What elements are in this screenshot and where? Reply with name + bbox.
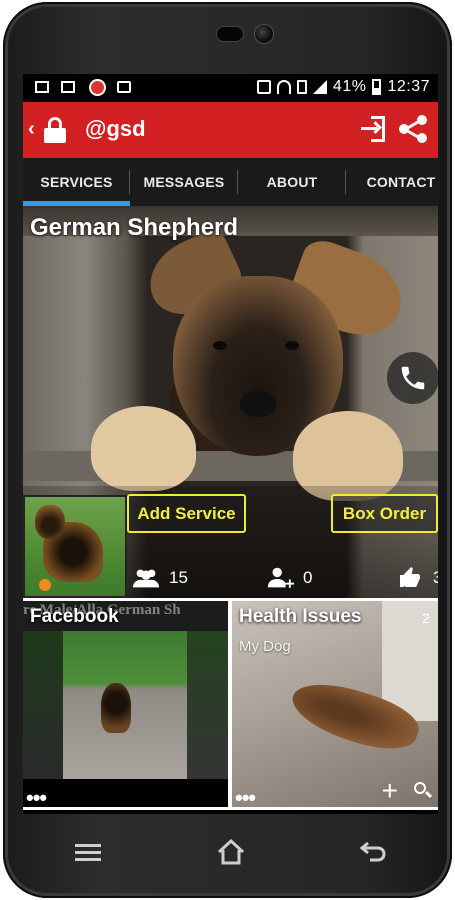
phone-icon [401, 366, 425, 390]
likes-stat[interactable]: 3 [395, 566, 438, 590]
sim-icon [296, 80, 307, 94]
tab-label: ABOUT [266, 174, 318, 190]
followers-stat[interactable]: 0 [265, 566, 312, 590]
email-notification-icon [61, 81, 75, 93]
followers-count: 0 [303, 568, 313, 587]
tab-label: SERVICES [40, 174, 113, 190]
add-icon[interactable]: + [382, 777, 398, 805]
profile-title: German Shepherd [30, 214, 239, 241]
facebook-card[interactable]: re Male/Alla German Sh Facebook ••• [23, 601, 228, 807]
battery-icon [372, 79, 382, 95]
more-options-icon[interactable]: ••• [235, 787, 256, 808]
tab-label: MESSAGES [143, 174, 225, 190]
tab-label: CONTACT [366, 174, 436, 190]
more-options-icon[interactable]: ••• [26, 787, 47, 808]
store-notification-icon [117, 81, 131, 93]
tab-contact[interactable]: CONTACT [346, 158, 438, 206]
facebook-card-title: Facebook [30, 606, 119, 627]
status-bar: 41% 12:37 [23, 74, 438, 102]
health-card-subtitle: My Dog [239, 638, 291, 655]
earpiece-speaker [217, 27, 243, 41]
page-title: @gsd [85, 116, 146, 141]
call-button[interactable] [387, 352, 438, 404]
wifi-icon [276, 80, 291, 94]
tab-about[interactable]: ABOUT [238, 158, 346, 206]
health-card-count: 2 [422, 610, 430, 626]
clock-time: 12:37 [387, 78, 430, 95]
box-order-button[interactable]: Box Order [331, 494, 438, 533]
app-header: ‹ @gsd [23, 102, 438, 158]
signal-icon [312, 80, 327, 94]
home-icon[interactable] [216, 838, 246, 866]
battery-percent: 41% [332, 78, 367, 95]
members-count: 15 [169, 568, 188, 587]
add-service-button[interactable]: Add Service [127, 494, 246, 533]
cover-image: German Shepherd Add Service Box Order 15… [23, 206, 438, 598]
mail-notification-icon [35, 81, 49, 93]
tab-services[interactable]: SERVICES [23, 158, 130, 206]
back-chevron-icon[interactable]: ‹ [28, 118, 35, 141]
add-person-icon [267, 567, 295, 588]
lock-icon[interactable] [43, 117, 67, 143]
profile-avatar[interactable] [23, 495, 127, 598]
system-navigation-bar [23, 814, 438, 886]
thumbs-up-icon [400, 567, 420, 587]
front-camera [255, 25, 273, 43]
phone-frame: 41% 12:37 ‹ @gsd SERVICES MESSAGES ABOUT… [3, 2, 452, 898]
health-card-title: Health Issues [239, 606, 362, 627]
health-issues-card[interactable]: Health Issues 2 My Dog ••• + [232, 601, 438, 807]
menu-icon[interactable] [75, 844, 101, 862]
members-stat[interactable]: 15 [131, 566, 188, 590]
group-icon [132, 569, 160, 588]
content-cards: re Male/Alla German Sh Facebook ••• Heal… [23, 598, 438, 810]
back-icon[interactable] [358, 839, 388, 865]
search-icon[interactable] [414, 782, 433, 800]
login-icon[interactable] [361, 116, 385, 142]
share-icon[interactable] [399, 115, 427, 143]
cast-icon [256, 80, 271, 94]
likes-count: 3 [433, 568, 438, 587]
tab-bar: SERVICES MESSAGES ABOUT CONTACT [23, 158, 438, 206]
device-screen: 41% 12:37 ‹ @gsd SERVICES MESSAGES ABOUT… [23, 74, 438, 814]
tab-messages[interactable]: MESSAGES [130, 158, 238, 206]
app-notification-icon [89, 79, 106, 96]
